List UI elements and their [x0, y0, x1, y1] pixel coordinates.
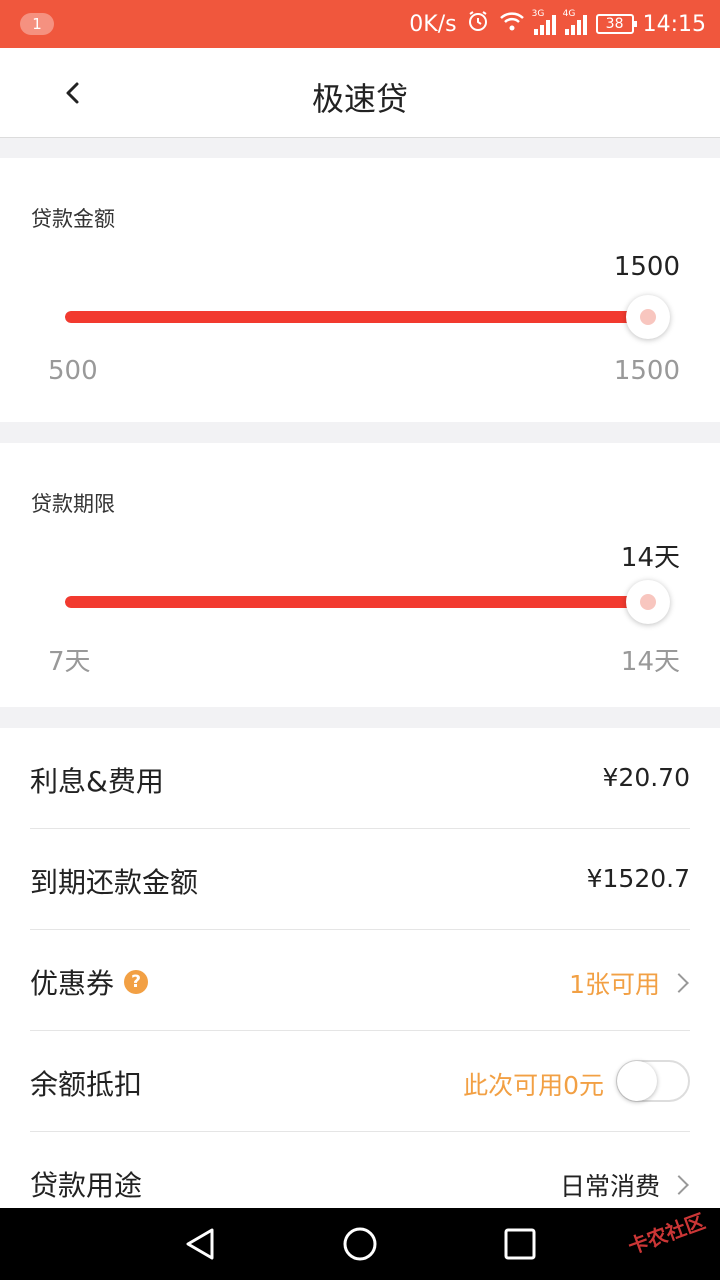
loan-details-list: 利息&费用 ¥20.70 到期还款金额 ¥1520.7 优惠券 ? 1张可用 余… — [0, 728, 720, 1208]
wifi-icon — [499, 10, 525, 38]
interest-value: ¥20.70 — [602, 763, 690, 792]
notification-badge: 1 — [20, 13, 54, 35]
coupon-row[interactable]: 优惠券 ? 1张可用 — [30, 930, 690, 1031]
balance-deduction-value: 此次可用0元 — [463, 1071, 604, 1100]
due-amount-label: 到期还款金额 — [30, 866, 199, 899]
page-title: 极速贷 — [311, 80, 408, 118]
status-bar: 1 0K/s 3G 4G 38 14:15 — [0, 0, 720, 48]
loan-amount-slider[interactable] — [65, 311, 650, 323]
signal-4g-label: 4G — [562, 9, 576, 19]
due-amount-value: ¥1520.7 — [586, 864, 690, 893]
coupon-label: 优惠券 — [30, 967, 115, 1000]
nav-recents-button[interactable] — [502, 1226, 538, 1262]
loan-term-slider-fill — [65, 596, 650, 608]
alarm-icon — [466, 9, 490, 39]
toggle-knob — [617, 1061, 657, 1101]
loan-amount-card: 贷款金额 1500 500 1500 — [0, 158, 720, 422]
circle-home-icon — [343, 1227, 377, 1261]
loan-purpose-value: 日常消费 — [559, 1172, 660, 1201]
clock: 14:15 — [642, 11, 706, 37]
battery-icon: 38 — [595, 14, 637, 34]
loan-purpose-row[interactable]: 贷款用途 日常消费 — [30, 1132, 690, 1208]
interest-row: 利息&费用 ¥20.70 — [30, 728, 690, 829]
balance-deduction-toggle[interactable] — [616, 1060, 690, 1102]
signal-4g-icon: 4G — [563, 9, 587, 35]
due-amount-row: 到期还款金额 ¥1520.7 — [30, 829, 690, 930]
loan-term-max: 14天 — [620, 647, 680, 677]
loan-term-value: 14天 — [620, 543, 680, 573]
status-bar-right: 0K/s 3G 4G 38 14:15 — [409, 0, 706, 48]
chevron-right-icon — [669, 1175, 689, 1195]
chevron-right-icon — [669, 973, 689, 993]
balance-deduction-label: 余额抵扣 — [30, 1068, 143, 1101]
balance-deduction-row: 余额抵扣 此次可用0元 — [30, 1031, 690, 1132]
coupon-value-group[interactable]: 1张可用 — [569, 965, 690, 1001]
balance-deduction-value-group: 此次可用0元 — [463, 1060, 690, 1102]
system-nav-bar: 卡农社区 — [0, 1208, 720, 1280]
signal-3g-label: 3G — [531, 9, 545, 19]
loan-amount-value: 1500 — [613, 252, 680, 282]
loan-amount-slider-fill — [65, 311, 650, 323]
triangle-back-icon — [186, 1228, 214, 1260]
loan-term-slider[interactable] — [65, 596, 650, 608]
nav-bar: 极速贷 — [0, 48, 720, 138]
loan-purpose-value-group[interactable]: 日常消费 — [560, 1167, 690, 1203]
nav-home-button[interactable] — [342, 1226, 378, 1262]
watermark-logo: 卡农社区 — [624, 1208, 709, 1259]
loan-term-label: 贷款期限 — [31, 492, 115, 516]
signal-3g-icon: 3G — [532, 9, 556, 35]
loan-purpose-label: 贷款用途 — [30, 1169, 143, 1202]
loan-term-min: 7天 — [48, 647, 91, 677]
interest-label: 利息&费用 — [30, 765, 164, 798]
loan-amount-label: 贷款金额 — [31, 207, 115, 231]
square-recents-icon — [504, 1228, 536, 1260]
coupon-value: 1张可用 — [569, 970, 660, 999]
loan-amount-max: 1500 — [613, 356, 680, 386]
loan-term-card: 贷款期限 14天 7天 14天 — [0, 443, 720, 707]
coupon-label-group: 优惠券 ? — [30, 962, 149, 1002]
nav-back-button[interactable] — [182, 1226, 218, 1262]
help-icon[interactable]: ? — [124, 970, 149, 994]
loan-amount-slider-thumb[interactable] — [626, 295, 670, 339]
loan-term-slider-thumb[interactable] — [626, 580, 670, 624]
loan-amount-min: 500 — [48, 356, 98, 386]
network-speed: 0K/s — [409, 11, 457, 37]
